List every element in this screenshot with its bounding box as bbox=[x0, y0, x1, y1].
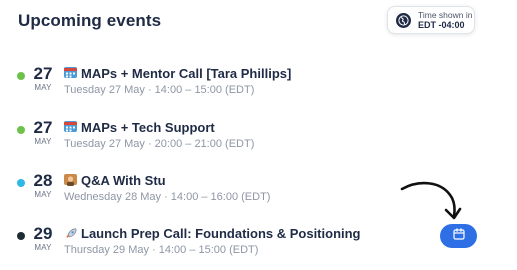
event-datetime: Wednesday 28 May · 14:00 – 16:00 (EDT) bbox=[64, 191, 271, 203]
event-datetime: Thursday 29 May · 14:00 – 15:00 (EDT) bbox=[64, 244, 259, 256]
calendar-emoji-icon bbox=[64, 121, 77, 132]
event-datetime: Tuesday 27 May · 14:00 – 15:00 (EDT) bbox=[64, 84, 255, 96]
event-title-text: MAPs + Tech Support bbox=[81, 120, 215, 135]
event-item[interactable]: 27 MAY MAPs + Mentor Call [Tara Phillips… bbox=[0, 64, 517, 110]
event-month: MAY bbox=[34, 137, 52, 146]
event-title-text: Q&A With Stu bbox=[81, 173, 166, 188]
calendar-emoji-icon bbox=[64, 67, 77, 78]
event-day: 29 bbox=[33, 224, 53, 243]
event-month: MAY bbox=[34, 83, 52, 92]
timezone-label: Time shown in bbox=[418, 10, 473, 20]
calendar-icon bbox=[452, 227, 465, 245]
event-status-dot bbox=[17, 232, 25, 240]
arrow-icon bbox=[400, 181, 462, 220]
event-status-dot bbox=[17, 72, 25, 80]
timezone-value: EDT -04:00 bbox=[418, 20, 465, 30]
event-title[interactable]: MAPs + Mentor Call [Tara Phillips] bbox=[64, 66, 291, 81]
add-to-calendar-button[interactable] bbox=[440, 224, 477, 248]
event-title[interactable]: MAPs + Tech Support bbox=[64, 120, 215, 135]
event-day: 28 bbox=[33, 171, 53, 190]
person-emoji-icon bbox=[64, 174, 77, 186]
event-month: MAY bbox=[34, 243, 52, 252]
rocket-emoji-icon bbox=[64, 227, 77, 238]
event-datetime: Tuesday 27 May · 20:00 – 21:00 (EDT) bbox=[64, 138, 255, 150]
event-status-dot bbox=[17, 126, 25, 134]
event-title-text: MAPs + Mentor Call [Tara Phillips] bbox=[81, 66, 292, 81]
event-title-text: Launch Prep Call: Foundations & Position… bbox=[81, 226, 361, 241]
event-status-dot bbox=[17, 179, 25, 187]
event-month: MAY bbox=[34, 190, 52, 199]
event-title[interactable]: Q&A With Stu bbox=[64, 173, 166, 188]
timezone-badge[interactable]: Time shown in EDT -04:00 bbox=[387, 6, 475, 34]
event-item[interactable]: 27 MAY MAPs + Tech Support Tuesday 27 Ma… bbox=[0, 118, 517, 164]
event-day: 27 bbox=[33, 64, 53, 83]
event-day: 27 bbox=[33, 118, 53, 137]
page-title: Upcoming events bbox=[18, 11, 162, 30]
event-title[interactable]: Launch Prep Call: Foundations & Position… bbox=[64, 226, 361, 241]
globe-icon bbox=[396, 12, 411, 28]
upcoming-events-panel: Upcoming events Time shown in EDT -04:00… bbox=[0, 0, 517, 270]
